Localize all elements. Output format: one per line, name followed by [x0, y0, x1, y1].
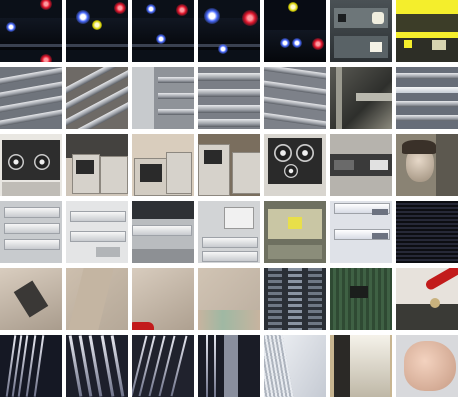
- tile-r5-c1: [0, 268, 62, 330]
- tile-r1-c5: [264, 0, 326, 62]
- image-mosaic: [0, 0, 460, 404]
- tile-r3-c1: [0, 134, 62, 196]
- tile-r4-c4: [198, 201, 260, 263]
- tile-r3-c5: [264, 134, 326, 196]
- tile-r3-c2: [66, 134, 128, 196]
- tile-r3-c7: [396, 134, 458, 196]
- tile-r6-c4: [198, 335, 260, 397]
- tile-r5-c6: [330, 268, 392, 330]
- tile-r2-c5: [264, 67, 326, 129]
- tile-r5-c7: [396, 268, 458, 330]
- tile-r2-c7: [396, 67, 458, 129]
- tile-r4-c3: [132, 201, 194, 263]
- tile-r5-c2: [66, 268, 128, 330]
- tile-r4-c5: [264, 201, 326, 263]
- tile-r5-c5: [264, 268, 326, 330]
- tile-r2-c4: [198, 67, 260, 129]
- tile-r1-c1: [0, 0, 62, 62]
- tile-r5-c4: [198, 268, 260, 330]
- tile-r1-c4: [198, 0, 260, 62]
- tile-r4-c2: [66, 201, 128, 263]
- tile-r1-c3: [132, 0, 194, 62]
- tile-r2-c2: [66, 67, 128, 129]
- tile-r6-c2: [66, 335, 128, 397]
- tile-r2-c6: [330, 67, 392, 129]
- tile-r4-c1: [0, 201, 62, 263]
- tile-r6-c1: [0, 335, 62, 397]
- tile-r2-c1: [0, 67, 62, 129]
- tile-r1-c2: [66, 0, 128, 62]
- tile-r6-c6: [330, 335, 392, 397]
- tile-r3-c3: [132, 134, 194, 196]
- tile-r3-c6: [330, 134, 392, 196]
- tile-r1-c6: [330, 0, 392, 62]
- tile-r2-c3: [132, 67, 194, 129]
- tile-r4-c7: [396, 201, 458, 263]
- tile-r6-c3: [132, 335, 194, 397]
- tile-r6-c7: [396, 335, 458, 397]
- tile-r4-c6: [330, 201, 392, 263]
- tile-r3-c4: [198, 134, 260, 196]
- tile-r6-c5: [264, 335, 326, 397]
- tile-r1-c7: [396, 0, 458, 62]
- tile-r5-c3: [132, 268, 194, 330]
